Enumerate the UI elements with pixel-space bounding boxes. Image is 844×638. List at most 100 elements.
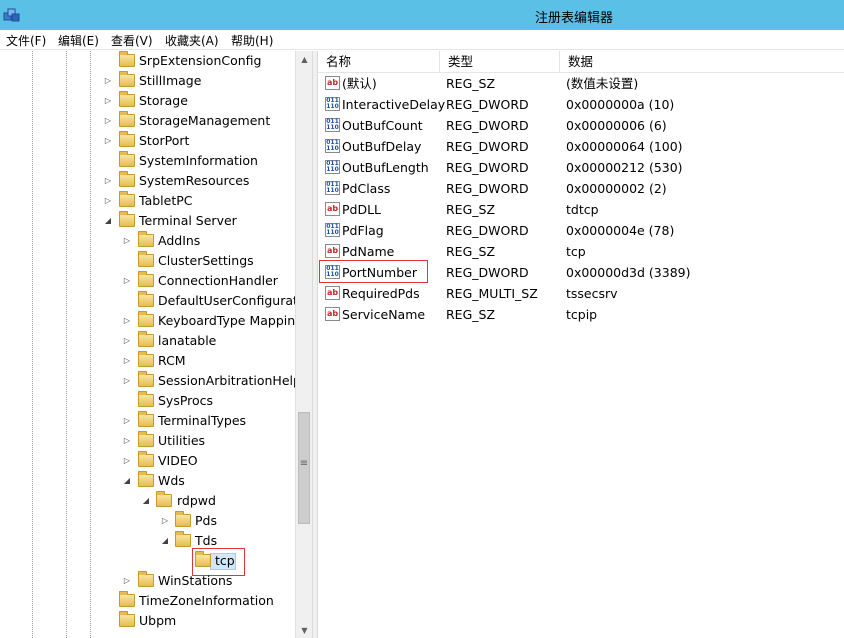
expander-icon[interactable]: ▷: [121, 271, 133, 291]
menu-file[interactable]: 文件(F): [6, 32, 46, 49]
expander-icon[interactable]: [177, 551, 189, 571]
menu-view[interactable]: 查看(V): [111, 32, 153, 49]
list-row[interactable]: 011 110 OutBufDelay REG_DWORD 0x00000064…: [318, 136, 844, 157]
column-header-name[interactable]: 名称: [318, 51, 440, 73]
tree-item[interactable]: ▷ Storage: [100, 91, 295, 111]
tree-item[interactable]: SysProcs: [120, 391, 295, 411]
tree-item-label: lanatable: [158, 333, 217, 348]
tree-item[interactable]: ▷ SessionArbitrationHelpe: [120, 371, 295, 391]
tree-item[interactable]: ▷ Pds: [158, 511, 295, 531]
dword-value-icon: 011 110: [325, 181, 340, 195]
expander-icon[interactable]: [102, 611, 114, 631]
tree-item[interactable]: ClusterSettings: [120, 251, 295, 271]
tree-item[interactable]: SystemInformation: [100, 151, 295, 171]
tree-item-label: ClusterSettings: [158, 253, 254, 268]
tree-item[interactable]: ▷ StorageManagement: [100, 111, 295, 131]
expander-icon[interactable]: ▷: [121, 431, 133, 451]
expander-icon[interactable]: [121, 391, 133, 411]
tree-item[interactable]: ▷ Utilities: [120, 431, 295, 451]
scroll-up-arrow-icon[interactable]: ▲: [296, 51, 313, 68]
expander-icon[interactable]: ▷: [121, 231, 133, 251]
list-row[interactable]: 011 110 InteractiveDelay REG_DWORD 0x000…: [318, 94, 844, 115]
expander-icon[interactable]: ▷: [121, 311, 133, 331]
expander-icon[interactable]: [102, 51, 114, 71]
expander-icon[interactable]: ▷: [121, 331, 133, 351]
tree-item[interactable]: ▷ WinStations: [120, 571, 295, 591]
tree-item[interactable]: ▷ ConnectionHandler: [120, 271, 295, 291]
tree-item[interactable]: ▷ SystemResources: [100, 171, 295, 191]
column-header-data[interactable]: 数据: [560, 51, 844, 73]
tree-item-label: tcp: [215, 553, 235, 568]
expander-icon[interactable]: [121, 291, 133, 311]
list-row[interactable]: ab ServiceName REG_SZ tcpip: [318, 304, 844, 325]
folder-open-icon: [195, 551, 211, 567]
expander-icon[interactable]: ▷: [102, 191, 114, 211]
expander-icon[interactable]: [102, 151, 114, 171]
tree-item[interactable]: ▷ TabletPC: [100, 191, 295, 211]
expander-icon[interactable]: ▷: [102, 131, 114, 151]
list-row[interactable]: 011 110 PdClass REG_DWORD 0x00000002 (2): [318, 178, 844, 199]
expander-icon[interactable]: ▷: [102, 111, 114, 131]
tree-item[interactable]: ▷ lanatable: [120, 331, 295, 351]
menu-favorites[interactable]: 收藏夹(A): [165, 32, 219, 49]
tree-item-tcp[interactable]: tcp: [176, 551, 295, 571]
value-type: REG_SZ: [446, 202, 496, 217]
tree-item-wds[interactable]: ◢ Wds: [120, 471, 295, 491]
expander-icon[interactable]: ▷: [121, 371, 133, 391]
collapse-icon[interactable]: ◢: [140, 491, 152, 511]
list-row[interactable]: 011 110 OutBufLength REG_DWORD 0x0000021…: [318, 157, 844, 178]
tree-item[interactable]: ▷ TerminalTypes: [120, 411, 295, 431]
expander-icon[interactable]: ▷: [102, 171, 114, 191]
tree-item[interactable]: DefaultUserConfiguratic: [120, 291, 295, 311]
tree-item-label: StorageManagement: [139, 113, 271, 128]
expander-icon[interactable]: ▷: [121, 351, 133, 371]
registry-editor-icon[interactable]: [3, 6, 21, 24]
folder-icon: [119, 611, 135, 627]
tree-item[interactable]: ▷ VIDEO: [120, 451, 295, 471]
folder-icon: [175, 531, 191, 547]
scroll-down-arrow-icon[interactable]: ▼: [296, 624, 313, 638]
collapse-icon[interactable]: ◢: [102, 211, 114, 231]
collapse-icon[interactable]: ◢: [159, 531, 171, 551]
expander-icon[interactable]: ▷: [102, 71, 114, 91]
list-row[interactable]: ab PdDLL REG_SZ tdtcp: [318, 199, 844, 220]
expander-icon[interactable]: ▷: [121, 571, 133, 591]
tree-item-label: ConnectionHandler: [158, 273, 278, 288]
folder-icon: [119, 91, 135, 107]
value-name: PdClass: [342, 181, 391, 196]
expander-icon[interactable]: ▷: [102, 91, 114, 111]
value-name: RequiredPds: [342, 286, 420, 301]
value-type: REG_SZ: [446, 76, 496, 91]
expander-icon[interactable]: [121, 251, 133, 271]
value-data: 0x00000002 (2): [566, 181, 667, 196]
list-row[interactable]: ab PdName REG_SZ tcp: [318, 241, 844, 262]
collapse-icon[interactable]: ◢: [121, 471, 133, 491]
list-row[interactable]: ab RequiredPds REG_MULTI_SZ tssecsrv: [318, 283, 844, 304]
tree-item[interactable]: SrpExtensionConfig: [100, 51, 295, 71]
list-row[interactable]: ab (默认) REG_SZ (数值未设置): [318, 73, 844, 94]
tree-item[interactable]: ▷ AddIns: [120, 231, 295, 251]
expander-icon[interactable]: ▷: [121, 411, 133, 431]
tree-item-terminal-server[interactable]: ◢ Terminal Server: [100, 211, 295, 231]
column-header-type[interactable]: 类型: [440, 51, 560, 73]
tree-item-rdpwd[interactable]: ◢ rdpwd: [139, 491, 295, 511]
tree-item-label: StorPort: [139, 133, 190, 148]
expander-icon[interactable]: ▷: [121, 451, 133, 471]
menu-edit[interactable]: 编辑(E): [58, 32, 99, 49]
tree-item[interactable]: TimeZoneInformation: [100, 591, 295, 611]
menu-help[interactable]: 帮助(H): [231, 32, 273, 49]
scroll-thumb[interactable]: ≡: [298, 412, 310, 524]
expander-icon[interactable]: ▷: [159, 511, 171, 531]
expander-icon[interactable]: [102, 591, 114, 611]
list-row[interactable]: 011 110 PdFlag REG_DWORD 0x0000004e (78): [318, 220, 844, 241]
list-row[interactable]: 011 110 OutBufCount REG_DWORD 0x00000006…: [318, 115, 844, 136]
tree-vertical-scrollbar[interactable]: ▲ ≡ ▼: [295, 51, 312, 638]
tree-item[interactable]: ▷ KeyboardType Mapping: [120, 311, 295, 331]
tree-item[interactable]: Ubpm: [100, 611, 295, 631]
values-list[interactable]: 名称 类型 数据 ab (默认) REG_SZ (数值未设置) 011 110 …: [318, 51, 844, 638]
tree-item[interactable]: ▷ StillImage: [100, 71, 295, 91]
tree-item-label: WinStations: [158, 573, 233, 588]
tree-item[interactable]: ▷ StorPort: [100, 131, 295, 151]
registry-tree[interactable]: SrpExtensionConfig ▷ StillImage ▷ Storag…: [0, 51, 314, 638]
tree-item[interactable]: ▷ RCM: [120, 351, 295, 371]
